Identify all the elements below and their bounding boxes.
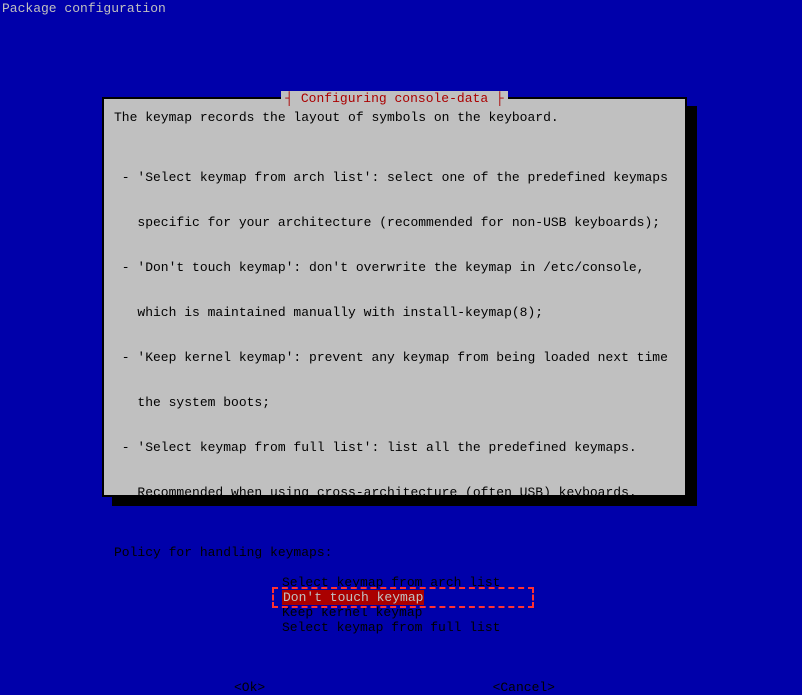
page-header: Package configuration	[2, 1, 166, 16]
desc-line: which is maintained manually with instal…	[114, 305, 675, 320]
option-keep-kernel[interactable]: Keep kernel keymap	[282, 605, 675, 620]
desc-line: Recommended when using cross-architectur…	[114, 485, 675, 500]
config-dialog: ┤ Configuring console-data ├ The keymap …	[102, 97, 687, 497]
option-dont-touch[interactable]: Don't touch keymap	[282, 590, 424, 605]
dialog-intro: The keymap records the layout of symbols…	[114, 110, 675, 125]
desc-line: specific for your architecture (recommen…	[114, 215, 675, 230]
dialog-buttons: <Ok> <Cancel>	[114, 680, 675, 695]
cancel-button[interactable]: <Cancel>	[493, 680, 555, 695]
option-full-list[interactable]: Select keymap from full list	[282, 620, 675, 635]
desc-line: - 'Select keymap from arch list': select…	[114, 170, 675, 185]
dialog-description: - 'Select keymap from arch list': select…	[114, 140, 675, 530]
desc-line: - 'Don't touch keymap': don't overwrite …	[114, 260, 675, 275]
desc-line: the system boots;	[114, 395, 675, 410]
dialog-title: ┤ Configuring console-data ├	[281, 91, 507, 106]
option-arch-list[interactable]: Select keymap from arch list	[282, 575, 675, 590]
ok-button[interactable]: <Ok>	[234, 680, 265, 695]
keymap-options: Select keymap from arch list Don't touch…	[282, 575, 675, 635]
dialog-title-row: ┤ Configuring console-data ├	[114, 91, 675, 106]
desc-line: - 'Select keymap from full list': list a…	[114, 440, 675, 455]
desc-line: - 'Keep kernel keymap': prevent any keym…	[114, 350, 675, 365]
policy-prompt: Policy for handling keymaps:	[114, 545, 675, 560]
